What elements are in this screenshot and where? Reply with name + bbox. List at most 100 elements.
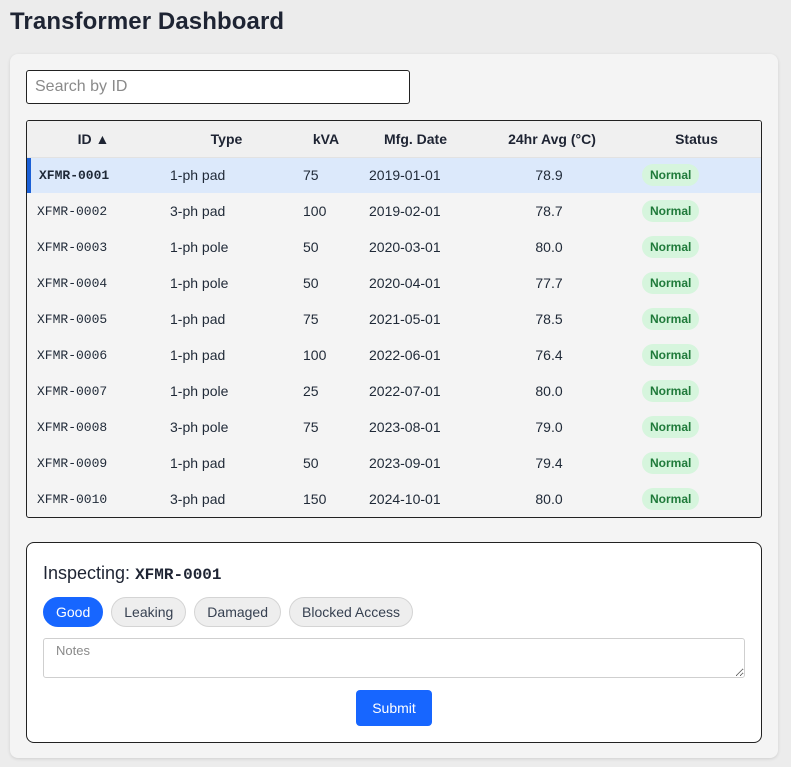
inspection-title: Inspecting: XFMR-0001 — [43, 563, 222, 584]
status-badge: Normal — [642, 416, 700, 438]
table-row[interactable]: XFMR-0003 1-ph pole 50 2020-03-01 80.0 Normal — [27, 229, 761, 265]
cell-kva: 25 — [303, 383, 319, 399]
cell-24hr-avg: 80.0 — [535, 491, 563, 507]
status-badge: Normal — [642, 200, 700, 222]
condition-options: Good Leaking Damaged Blocked Access — [43, 597, 414, 627]
cell-type: 1-ph pad — [170, 347, 226, 363]
condition-damaged-button[interactable]: Damaged — [194, 597, 281, 627]
cell-id: XFMR-0009 — [37, 455, 108, 471]
cell-24hr-avg: 79.0 — [535, 419, 563, 435]
table-row[interactable]: XFMR-0009 1-ph pad 50 2023-09-01 79.4 Normal — [27, 445, 761, 481]
search-input[interactable] — [26, 70, 410, 104]
table-row[interactable]: XFMR-0008 3-ph pole 75 2023-08-01 79.0 Normal — [27, 409, 761, 445]
cell-kva: 75 — [303, 311, 319, 327]
cell-status: Normal — [632, 229, 761, 265]
inspecting-label: Inspecting: — [43, 563, 131, 583]
table-row[interactable]: XFMR-0010 3-ph pad 150 2024-10-01 80.0 Normal — [27, 481, 761, 517]
cell-24hr-avg: 80.0 — [535, 383, 563, 399]
cell-kva: 100 — [303, 347, 327, 363]
table-row[interactable]: XFMR-0005 1-ph pad 75 2021-05-01 78.5 Normal — [27, 301, 761, 337]
cell-24hr-avg: 78.7 — [535, 203, 563, 219]
table-row[interactable]: XFMR-0004 1-ph pole 50 2020-04-01 77.7 Normal — [27, 265, 761, 301]
cell-status: Normal — [632, 193, 761, 229]
column-header-id[interactable]: ID ▲ — [27, 121, 160, 158]
cell-24hr-avg: 79.4 — [535, 455, 563, 471]
cell-kva: 150 — [303, 491, 327, 507]
cell-mfg-date: 2023-09-01 — [369, 455, 441, 471]
status-badge: Normal — [642, 308, 700, 330]
cell-status: Normal — [632, 481, 761, 517]
status-badge: Normal — [642, 272, 700, 294]
notes-textarea[interactable] — [43, 638, 745, 678]
cell-kva: 50 — [303, 239, 319, 255]
condition-leaking-button[interactable]: Leaking — [111, 597, 187, 627]
cell-24hr-avg: 80.0 — [535, 239, 563, 255]
cell-kva: 75 — [293, 157, 359, 193]
cell-status: Normal — [632, 265, 761, 301]
column-header-status[interactable]: Status — [632, 121, 761, 158]
cell-24hr-avg: 78.9 — [472, 157, 632, 193]
cell-mfg-date: 2019-02-01 — [369, 203, 441, 219]
table-row[interactable]: XFMR-0007 1-ph pole 25 2022-07-01 80.0 Normal — [27, 373, 761, 409]
cell-id: XFMR-0003 — [37, 239, 108, 255]
cell-kva: 50 — [303, 455, 319, 471]
cell-status: Normal — [632, 301, 761, 337]
cell-type: 1-ph pad — [170, 455, 226, 471]
status-badge: Normal — [642, 488, 700, 510]
submit-button[interactable]: Submit — [356, 690, 432, 726]
cell-type: 1-ph pad — [160, 157, 293, 193]
cell-mfg-date: 2023-08-01 — [369, 419, 441, 435]
cell-status: Normal — [632, 157, 761, 193]
cell-type: 3-ph pad — [170, 491, 226, 507]
status-badge: Normal — [642, 452, 700, 474]
table-header-row: ID ▲ Type kVA Mfg. Date 24hr Avg (°C) St… — [27, 121, 761, 158]
cell-mfg-date: 2022-07-01 — [369, 383, 441, 399]
cell-mfg-date: 2020-04-01 — [369, 275, 441, 291]
cell-type: 3-ph pole — [170, 419, 229, 435]
status-badge: Normal — [642, 380, 700, 402]
cell-type: 1-ph pad — [170, 311, 226, 327]
cell-mfg-date: 2021-05-01 — [369, 311, 441, 327]
cell-24hr-avg: 78.5 — [535, 311, 563, 327]
table-body: XFMR-0001 1-ph pad 75 2019-01-01 78.9 Normal X… — [27, 157, 761, 517]
cell-type: 3-ph pad — [170, 203, 226, 219]
dashboard-card: ID ▲ Type kVA Mfg. Date 24hr Avg (°C) St… — [10, 54, 778, 758]
cell-type: 1-ph pole — [170, 275, 229, 291]
cell-mfg-date: 2022-06-01 — [369, 347, 441, 363]
cell-id: XFMR-0004 — [37, 275, 108, 291]
status-badge: Normal — [642, 164, 700, 187]
cell-id: XFMR-0010 — [37, 491, 108, 507]
cell-24hr-avg: 76.4 — [535, 347, 563, 363]
column-header-kva[interactable]: kVA — [293, 121, 359, 158]
cell-type: 1-ph pole — [170, 239, 229, 255]
cell-mfg-date: 2024-10-01 — [369, 491, 441, 507]
cell-id: XFMR-0007 — [37, 383, 108, 399]
table-row[interactable]: XFMR-0002 3-ph pad 100 2019-02-01 78.7 Normal — [27, 193, 761, 229]
cell-id: XFMR-0006 — [37, 347, 108, 363]
cell-status: Normal — [632, 337, 761, 373]
cell-status: Normal — [632, 373, 761, 409]
inspecting-id: XFMR-0001 — [135, 566, 222, 584]
cell-24hr-avg: 77.7 — [535, 275, 563, 291]
transformer-table: ID ▲ Type kVA Mfg. Date 24hr Avg (°C) St… — [26, 120, 762, 518]
cell-type: 1-ph pole — [170, 383, 229, 399]
cell-status: Normal — [632, 409, 761, 445]
cell-id: XFMR-0008 — [37, 419, 108, 435]
cell-kva: 100 — [303, 203, 327, 219]
cell-status: Normal — [632, 445, 761, 481]
column-header-24hr-avg[interactable]: 24hr Avg (°C) — [472, 121, 632, 158]
table-row[interactable]: XFMR-0001 1-ph pad 75 2019-01-01 78.9 Normal — [27, 157, 761, 193]
cell-id: XFMR-0005 — [37, 311, 108, 327]
cell-kva: 75 — [303, 419, 319, 435]
page-title: Transformer Dashboard — [10, 8, 285, 35]
condition-blocked-access-button[interactable]: Blocked Access — [289, 597, 414, 627]
cell-mfg-date: 2020-03-01 — [369, 239, 441, 255]
table-row[interactable]: XFMR-0006 1-ph pad 100 2022-06-01 76.4 Normal — [27, 337, 761, 373]
column-header-mfg-date[interactable]: Mfg. Date — [359, 121, 472, 158]
inspection-panel: Inspecting: XFMR-0001 Good Leaking Damag… — [26, 542, 762, 743]
column-header-type[interactable]: Type — [160, 121, 293, 158]
status-badge: Normal — [642, 236, 700, 258]
condition-good-button[interactable]: Good — [43, 597, 104, 627]
cell-mfg-date: 2019-01-01 — [359, 157, 472, 193]
cell-id: XFMR-0002 — [37, 203, 108, 219]
